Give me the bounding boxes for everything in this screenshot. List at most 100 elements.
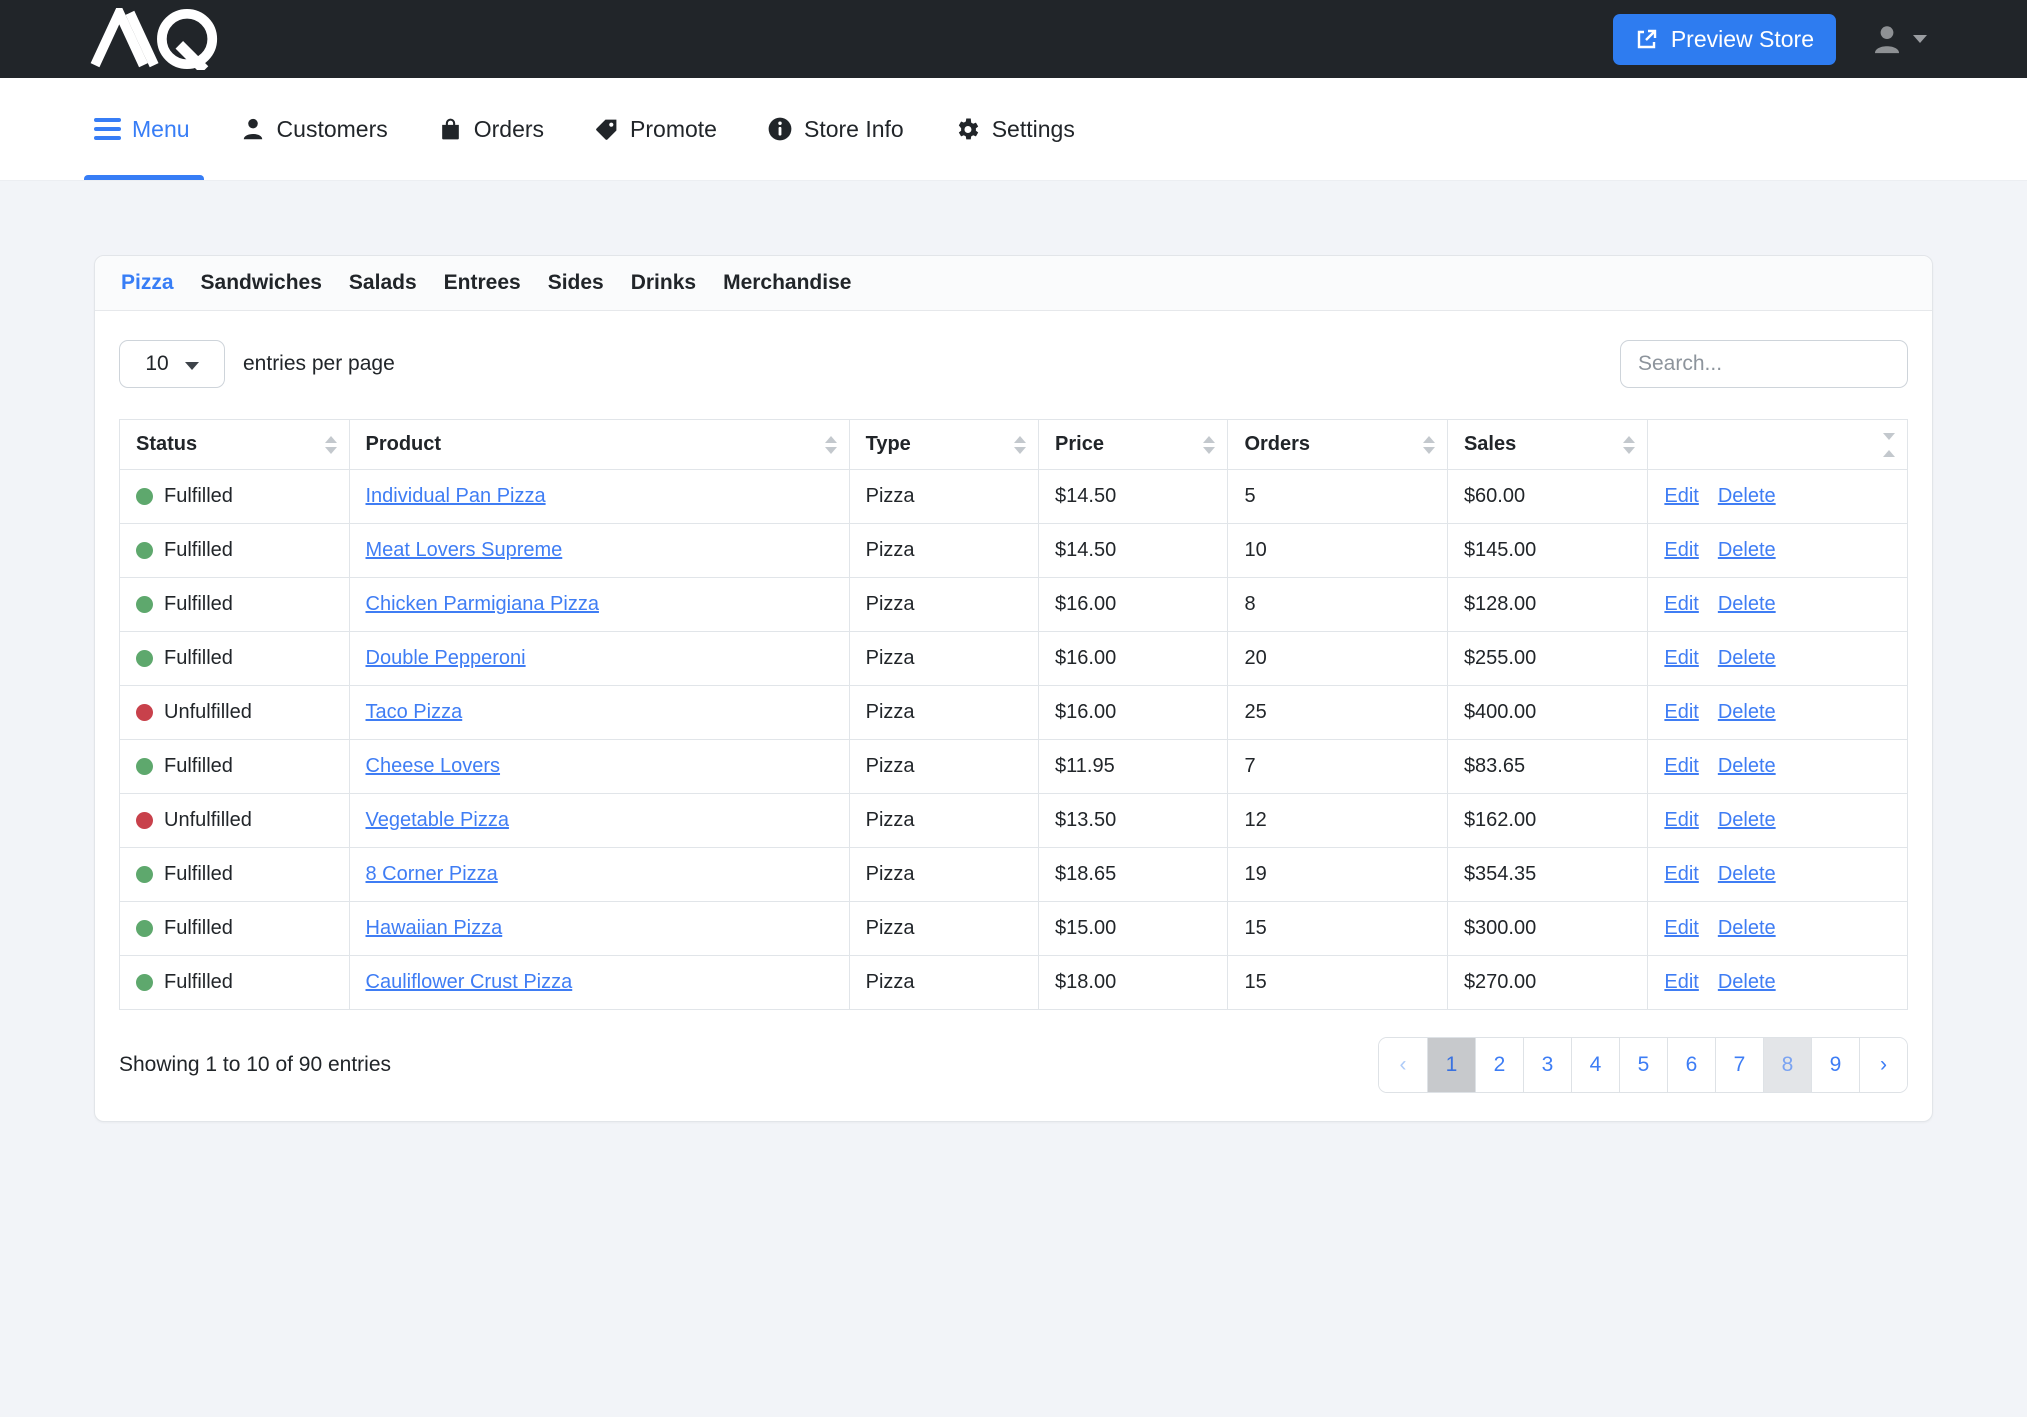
column-header-type[interactable]: Type [849, 420, 1038, 470]
product-link[interactable]: Double Pepperoni [366, 647, 526, 669]
sort-icon [325, 436, 337, 454]
edit-link[interactable]: Edit [1664, 917, 1698, 939]
product-link[interactable]: Cauliflower Crust Pizza [366, 971, 573, 993]
product-link[interactable]: Vegetable Pizza [366, 809, 509, 831]
column-header-product[interactable]: Product [349, 420, 849, 470]
delete-link[interactable]: Delete [1718, 593, 1776, 615]
gear-icon [954, 116, 981, 143]
tab-drinks[interactable]: Drinks [631, 271, 696, 295]
pagination-page-5[interactable]: 5 [1619, 1038, 1667, 1092]
edit-link[interactable]: Edit [1664, 809, 1698, 831]
product-cell: Double Pepperoni [349, 632, 849, 686]
product-link[interactable]: Individual Pan Pizza [366, 485, 546, 507]
pagination-page-8[interactable]: 8 [1763, 1038, 1811, 1092]
actions-cell: Edit Delete [1648, 956, 1908, 1010]
delete-link[interactable]: Delete [1718, 863, 1776, 885]
sales-cell: $83.65 [1447, 740, 1647, 794]
sales-cell: $300.00 [1447, 902, 1647, 956]
tab-merchandise[interactable]: Merchandise [723, 271, 851, 295]
status-cell: Fulfilled [120, 740, 350, 794]
pagination-page-9[interactable]: 9 [1811, 1038, 1859, 1092]
delete-link[interactable]: Delete [1718, 917, 1776, 939]
nav-item-menu[interactable]: Menu [94, 78, 190, 180]
price-cell: $16.00 [1039, 632, 1228, 686]
type-cell: Pizza [849, 902, 1038, 956]
column-header-price[interactable]: Price [1039, 420, 1228, 470]
page-size-select[interactable]: 10 [119, 340, 225, 388]
type-cell: Pizza [849, 632, 1038, 686]
status-cell: Fulfilled [120, 524, 350, 578]
column-header-status[interactable]: Status [120, 420, 350, 470]
column-label: Product [366, 433, 442, 455]
tab-entrees[interactable]: Entrees [444, 271, 521, 295]
edit-link[interactable]: Edit [1664, 539, 1698, 561]
pagination-page-2[interactable]: 2 [1475, 1038, 1523, 1092]
status-cell: Fulfilled [120, 632, 350, 686]
search-input[interactable] [1620, 340, 1908, 388]
product-link[interactable]: 8 Corner Pizza [366, 863, 498, 885]
status-cell: Fulfilled [120, 956, 350, 1010]
edit-link[interactable]: Edit [1664, 701, 1698, 723]
orders-cell: 5 [1228, 470, 1447, 524]
status-dot-icon [136, 650, 153, 667]
pagination-next[interactable]: › [1859, 1038, 1907, 1092]
orders-cell: 7 [1228, 740, 1447, 794]
delete-link[interactable]: Delete [1718, 809, 1776, 831]
delete-link[interactable]: Delete [1718, 971, 1776, 993]
nav-item-settings[interactable]: Settings [954, 78, 1075, 180]
edit-link[interactable]: Edit [1664, 485, 1698, 507]
nav-item-customers[interactable]: Customers [240, 78, 388, 180]
pagination-page-4[interactable]: 4 [1571, 1038, 1619, 1092]
status-dot-icon [136, 812, 153, 829]
delete-link[interactable]: Delete [1718, 647, 1776, 669]
column-header-actions[interactable] [1648, 420, 1908, 470]
product-link[interactable]: Cheese Lovers [366, 755, 501, 777]
orders-cell: 15 [1228, 956, 1447, 1010]
product-link[interactable]: Chicken Parmigiana Pizza [366, 593, 599, 615]
product-link[interactable]: Meat Lovers Supreme [366, 539, 563, 561]
nav-item-promote[interactable]: Promote [594, 78, 717, 180]
edit-link[interactable]: Edit [1664, 755, 1698, 777]
account-menu[interactable] [1870, 22, 1927, 56]
column-label: Sales [1464, 433, 1516, 455]
menu-card: Pizza Sandwiches Salads Entrees Sides Drinks M… [94, 255, 1933, 1122]
nav-item-store-info[interactable]: Store Info [767, 78, 904, 180]
column-header-sales[interactable]: Sales [1447, 420, 1647, 470]
sales-cell: $354.35 [1447, 848, 1647, 902]
aq-logo[interactable] [90, 8, 226, 70]
status-label: Fulfilled [164, 755, 233, 778]
delete-link[interactable]: Delete [1718, 539, 1776, 561]
pagination-page-1[interactable]: 1 [1427, 1038, 1475, 1092]
product-link[interactable]: Hawaiian Pizza [366, 917, 503, 939]
edit-link[interactable]: Edit [1664, 593, 1698, 615]
tab-salads[interactable]: Salads [349, 271, 417, 295]
pagination-page-6[interactable]: 6 [1667, 1038, 1715, 1092]
edit-link[interactable]: Edit [1664, 647, 1698, 669]
orders-cell: 19 [1228, 848, 1447, 902]
pagination-page-7[interactable]: 7 [1715, 1038, 1763, 1092]
tab-pizza[interactable]: Pizza [121, 271, 174, 295]
sort-icon [1623, 436, 1635, 454]
pagination-page-3[interactable]: 3 [1523, 1038, 1571, 1092]
edit-link[interactable]: Edit [1664, 863, 1698, 885]
tag-icon [594, 117, 619, 142]
delete-link[interactable]: Delete [1718, 485, 1776, 507]
page-size-value: 10 [145, 352, 168, 376]
delete-link[interactable]: Delete [1718, 755, 1776, 777]
pagination-prev[interactable]: ‹ [1379, 1038, 1427, 1092]
product-link[interactable]: Taco Pizza [366, 701, 463, 723]
tab-sides[interactable]: Sides [548, 271, 604, 295]
column-header-orders[interactable]: Orders [1228, 420, 1447, 470]
table-row: FulfilledHawaiian PizzaPizza$15.0015$300… [120, 902, 1908, 956]
delete-link[interactable]: Delete [1718, 701, 1776, 723]
price-cell: $14.50 [1039, 524, 1228, 578]
preview-store-button[interactable]: Preview Store [1613, 14, 1836, 65]
info-circle-icon [767, 116, 793, 142]
price-cell: $11.95 [1039, 740, 1228, 794]
status-dot-icon [136, 542, 153, 559]
tab-sandwiches[interactable]: Sandwiches [201, 271, 322, 295]
hamburger-icon [94, 118, 121, 140]
edit-link[interactable]: Edit [1664, 971, 1698, 993]
sales-cell: $270.00 [1447, 956, 1647, 1010]
nav-item-orders[interactable]: Orders [438, 78, 544, 180]
